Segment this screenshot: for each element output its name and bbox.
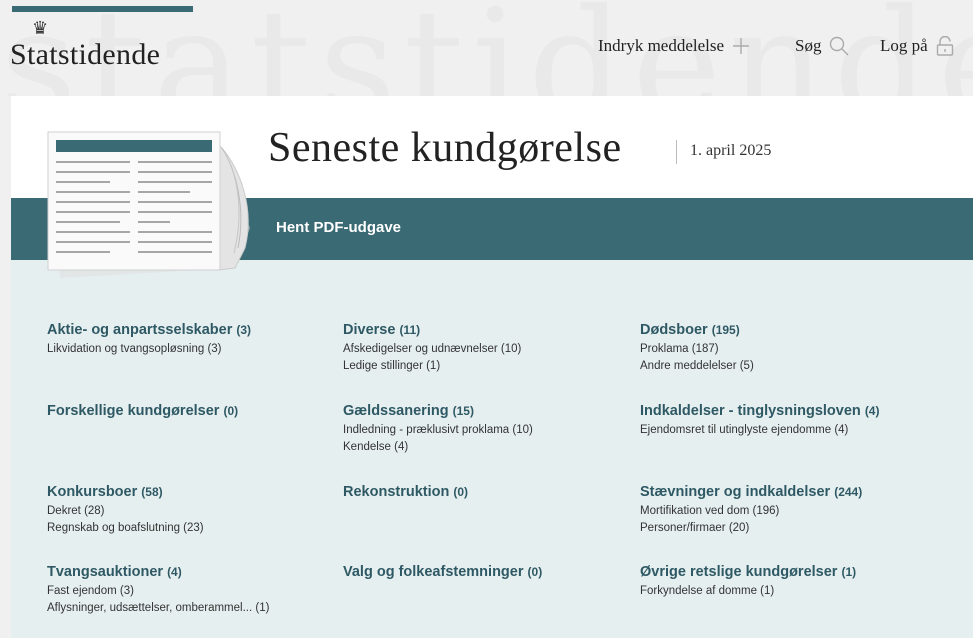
category-link[interactable]: Konkursboer (58): [47, 484, 204, 500]
subcategory-link[interactable]: Likvidation og tvangsopløsning (3): [47, 341, 251, 358]
category-block: Tvangsauktioner (4) Fast ejendom (3) Afly…: [47, 564, 269, 617]
issue-date: 1. april 2025: [690, 142, 772, 159]
category-title: Gældssanering: [343, 403, 449, 419]
category-link[interactable]: Tvangsauktioner (4): [47, 564, 269, 580]
category-block: Konkursboer (58) Dekret (28) Regnskab og …: [47, 484, 204, 537]
subcategory-link[interactable]: Dekret (28): [47, 503, 204, 520]
plus-icon: [732, 37, 750, 55]
search-label: Søg: [795, 36, 822, 55]
category-link[interactable]: Aktie- og anpartsselskaber (3): [47, 322, 251, 338]
category-title: Tvangsauktioner: [47, 564, 164, 580]
category-link[interactable]: Valg og folkeafstemninger (0): [343, 564, 542, 580]
site-header: statstidende ♛ Statstidende Indryk medde…: [0, 0, 973, 96]
download-pdf-link[interactable]: Hent PDF-udgave: [276, 219, 401, 236]
category-block: Dødsboer (195) Proklama (187) Andre medde…: [640, 322, 754, 375]
category-link[interactable]: Forskellige kundgørelser (0): [47, 403, 238, 419]
category-link[interactable]: Stævninger og indkaldelser (244): [640, 484, 862, 500]
category-block: Diverse (11) Afskedigelser og udnævnelse…: [343, 322, 521, 375]
category-block: Aktie- og anpartsselskaber (3) Likvidati…: [47, 322, 251, 358]
subcategory-link[interactable]: Forkyndelse af domme (1): [640, 583, 856, 600]
category-title: Forskellige kundgørelser: [47, 403, 220, 419]
category-count: (244): [834, 485, 863, 499]
category-block: Forskellige kundgørelser (0): [47, 403, 238, 419]
subcategory-link[interactable]: Proklama (187): [640, 341, 754, 358]
category-title: Rekonstruktion: [343, 484, 450, 500]
category-link[interactable]: Rekonstruktion (0): [343, 484, 468, 500]
subcategory-link[interactable]: Mortifikation ved dom (196): [640, 503, 862, 520]
category-count: (3): [236, 323, 252, 337]
subcategory-link[interactable]: Regnskab og boafslutning (23): [47, 520, 204, 537]
category-count: (11): [399, 323, 421, 337]
top-accent-bar: [12, 6, 193, 12]
subcategory-link[interactable]: Kendelse (4): [343, 439, 533, 456]
category-title: Øvrige retslige kundgørelser: [640, 564, 838, 580]
category-count: (58): [141, 485, 163, 499]
subcategory-link[interactable]: Andre meddelelser (5): [640, 358, 754, 375]
subcategory-link[interactable]: Indledning - præklusivt proklama (10): [343, 422, 533, 439]
submit-notice-link[interactable]: Indryk meddelelse: [598, 36, 750, 56]
subcategory-link[interactable]: Aflysninger, udsættelser, omberammel... …: [47, 600, 269, 617]
category-count: (15): [452, 404, 474, 418]
category-title: Konkursboer: [47, 484, 138, 500]
category-block: Øvrige retslige kundgørelser (1) Forkynd…: [640, 564, 856, 600]
search-link[interactable]: Søg: [795, 36, 849, 56]
category-title: Aktie- og anpartsselskaber: [47, 322, 233, 338]
category-count: (195): [711, 323, 740, 337]
category-title: Valg og folkeafstemninger: [343, 564, 524, 580]
subcategory-link[interactable]: Personer/firmaer (20): [640, 520, 862, 537]
lock-icon: [936, 36, 954, 56]
category-block: Gældssanering (15) Indledning - præklusi…: [343, 403, 533, 456]
title-divider: [676, 140, 677, 164]
newspaper-icon: [40, 128, 265, 278]
subcategory-link[interactable]: Ejendomsret til utinglyste ejendomme (4): [640, 422, 879, 439]
subcategory-link[interactable]: Fast ejendom (3): [47, 583, 269, 600]
category-link[interactable]: Gældssanering (15): [343, 403, 533, 419]
category-block: Indkaldelser - tinglysningsloven (4) Eje…: [640, 403, 879, 439]
category-link[interactable]: Øvrige retslige kundgørelser (1): [640, 564, 856, 580]
category-link[interactable]: Indkaldelser - tinglysningsloven (4): [640, 403, 879, 419]
search-icon: [829, 36, 849, 56]
category-link[interactable]: Diverse (11): [343, 322, 521, 338]
category-count: (0): [223, 404, 239, 418]
category-title: Diverse: [343, 322, 396, 338]
category-block: Stævninger og indkaldelser (244) Mortifi…: [640, 484, 862, 537]
category-count: (0): [453, 485, 469, 499]
category-count: (0): [527, 565, 543, 579]
category-count: (4): [864, 404, 880, 418]
subcategory-link[interactable]: Ledige stillinger (1): [343, 358, 521, 375]
category-title: Stævninger og indkaldelser: [640, 484, 831, 500]
category-count: (4): [167, 565, 182, 579]
login-label: Log på: [880, 36, 928, 55]
submit-notice-label: Indryk meddelelse: [598, 36, 725, 55]
subcategory-link[interactable]: Afskedigelser og udnævnelser (10): [343, 341, 521, 358]
crown-icon: ♛: [32, 18, 49, 39]
category-count: (1): [841, 565, 857, 579]
site-logo[interactable]: Statstidende: [10, 38, 160, 72]
category-block: Rekonstruktion (0): [343, 484, 468, 500]
page-title: Seneste kundgørelse: [268, 125, 622, 171]
category-block: Valg og folkeafstemninger (0): [343, 564, 542, 580]
category-title: Dødsboer: [640, 322, 708, 338]
category-title: Indkaldelser - tinglysningsloven: [640, 403, 861, 419]
category-link[interactable]: Dødsboer (195): [640, 322, 754, 338]
login-link[interactable]: Log på: [880, 36, 954, 56]
